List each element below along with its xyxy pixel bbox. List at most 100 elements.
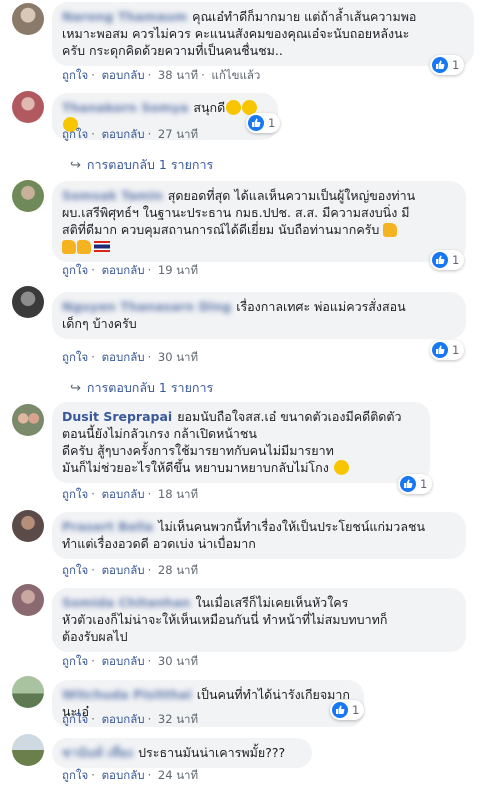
timestamp[interactable]: 30 นาที: [158, 654, 198, 668]
thumbs-up-emoji-icon: [77, 240, 91, 254]
timestamp[interactable]: 27 นาที: [158, 127, 198, 141]
comment-text-line: ครับ กระดุกคิดด้วยความที่เป็นคนชื่นชม..: [62, 43, 283, 58]
like-link[interactable]: ถูกใจ: [62, 68, 88, 82]
timestamp[interactable]: 24 นาที: [158, 768, 198, 782]
comment-bubble: Nguyen Thanasarn Ding เรื่องกาลเทศะ พ่อแม…: [52, 292, 466, 339]
thumbs-up-emoji-icon: [62, 240, 76, 254]
avatar[interactable]: [12, 180, 44, 212]
reaction-count[interactable]: 1: [330, 700, 365, 720]
reaction-count[interactable]: 1: [430, 340, 465, 360]
like-reaction-icon: [332, 702, 348, 718]
comment-bubble: Prasert Bella ไม่เห็นคนพวกนี้ทำเรื่องให้เ…: [52, 512, 466, 559]
comment-text-line: ดีครับ สู้ๆบางครั้งการใช้มารยาทกับคนไม่ม…: [62, 443, 334, 458]
reply-arrow-icon: ↪: [70, 158, 81, 173]
timestamp[interactable]: 30 นาที: [158, 350, 198, 364]
commenter-name[interactable]: Nguyen Thanasarn Ding: [62, 299, 231, 314]
comment-actions: ถูกใจ · ตอบกลับ · 27 นาที: [62, 127, 199, 141]
comment-text-line: ประธานมันน่าเคารพมั้ย???: [138, 745, 286, 760]
comment-text-line: เหมาะพอสม ควรไม่ควร คะแนนสังคมของคุณเอ๋จ…: [62, 26, 410, 41]
comment-text-line: ทำแต่เรื่องอวดดี อวดเบ่ง น่าเบื่อมาก: [62, 536, 256, 551]
avatar[interactable]: [12, 3, 44, 35]
reply-link[interactable]: ตอบกลับ: [102, 712, 145, 726]
like-reaction-icon: [432, 57, 448, 73]
reply-link[interactable]: ตอบกลับ: [102, 487, 145, 501]
reply-link[interactable]: ตอบกลับ: [102, 127, 145, 141]
commenter-name[interactable]: Witchuda Pisitthai: [62, 687, 192, 702]
like-link[interactable]: ถูกใจ: [62, 127, 88, 141]
timestamp[interactable]: 18 นาที: [158, 487, 198, 501]
timestamp[interactable]: 28 นาที: [158, 563, 198, 577]
like-link[interactable]: ถูกใจ: [62, 712, 88, 726]
avatar[interactable]: [12, 510, 44, 542]
comment-text-line: สุดยอดที่สุด ได้แลเห็นความเป็นผู้ใหญ่ของ…: [167, 188, 416, 203]
comment-actions: ถูกใจ · ตอบกลับ · 30 นาที: [62, 654, 199, 668]
timestamp[interactable]: 19 นาที: [158, 263, 198, 277]
comment-bubble: Dusit Sreprapai ยอมนับถือใจสส.เอ๋ ขนาดตัว…: [52, 402, 430, 483]
thai-flag-icon: [94, 241, 110, 252]
commenter-name[interactable]: Prasert Bella: [62, 519, 153, 534]
like-link[interactable]: ถูกใจ: [62, 487, 88, 501]
view-replies-link[interactable]: ↪ การตอบกลับ 1 รายการ: [70, 378, 213, 398]
reply-link[interactable]: ตอบกลับ: [102, 68, 145, 82]
commenter-name[interactable]: Thanakorn Somya: [62, 100, 188, 115]
like-link[interactable]: ถูกใจ: [62, 350, 88, 364]
reaction-count[interactable]: 1: [430, 55, 465, 75]
edited-label[interactable]: แก้ไขแล้ว: [211, 68, 260, 82]
thumbs-up-emoji-icon: [383, 223, 398, 237]
avatar[interactable]: [12, 734, 44, 766]
comment-bubble: Narong Thamaum คุณเอ๋ทำดีก็มากมาย แต่ถ้าล…: [52, 2, 474, 66]
commenter-name[interactable]: Narong Thamaum: [62, 9, 187, 24]
reply-link[interactable]: ตอบกลับ: [102, 768, 145, 782]
reply-link[interactable]: ตอบกลับ: [102, 350, 145, 364]
comment-bubble: Somida Chitanhan ในเมื่อเสรีก็ไม่เคยเห็นห…: [52, 588, 466, 652]
comment-text-line: เรื่องกาลเทศะ พ่อแม่ควรสั่งสอน: [236, 299, 406, 314]
like-link[interactable]: ถูกใจ: [62, 563, 88, 577]
timestamp[interactable]: 38 นาที: [158, 68, 198, 82]
commenter-name[interactable]: Dusit Sreprapai: [62, 409, 172, 424]
like-reaction-icon: [432, 252, 448, 268]
reaction-count[interactable]: 1: [430, 250, 465, 270]
smiling-emoji-icon: [333, 460, 349, 475]
comment-actions: ถูกใจ · ตอบกลับ · 32 นาที: [62, 712, 199, 726]
comment-text-line: ในเมื่อเสรีก็ไม่เคยเห็นหัวใคร: [195, 595, 349, 610]
comment-actions: ถูกใจ · ตอบกลับ · 30 นาที: [62, 350, 199, 364]
timestamp[interactable]: 32 นาที: [158, 712, 198, 726]
comment-text-line: สนุกดี: [193, 100, 226, 115]
reply-link[interactable]: ตอบกลับ: [102, 263, 145, 277]
laughing-emoji-icon: [226, 100, 242, 115]
like-link[interactable]: ถูกใจ: [62, 263, 88, 277]
avatar[interactable]: [12, 404, 44, 436]
reaction-count[interactable]: 1: [398, 474, 433, 494]
commenter-name[interactable]: Somida Chitanhan: [62, 595, 191, 610]
reaction-count[interactable]: 1: [246, 113, 281, 133]
avatar[interactable]: [12, 676, 44, 708]
reply-link[interactable]: ตอบกลับ: [102, 563, 145, 577]
comment-text-line: ผบ.เสรีพิศุทธ์ฯ ในฐานะประธาน กมธ.ปปช. ส.…: [62, 205, 410, 220]
comment-text-line: ต้องรับผลไป: [62, 629, 128, 644]
like-link[interactable]: ถูกใจ: [62, 768, 88, 782]
comment-text-line: มันก็ไม่ช่วยอะไรให้ดีขึ้น หยาบมาหยาบกลับ…: [62, 460, 329, 475]
comment-actions: ถูกใจ · ตอบกลับ · 28 นาที: [62, 563, 199, 577]
comment-text-line: คุณเอ๋ทำดีก็มากมาย แต่ถ้าล้ำเส้นความพอ: [192, 9, 417, 24]
like-link[interactable]: ถูกใจ: [62, 654, 88, 668]
reply-arrow-icon: ↪: [70, 381, 81, 396]
commenter-name[interactable]: Somsak Tamin: [62, 188, 163, 203]
like-reaction-icon: [248, 115, 264, 131]
comment-text-line: สติที่ดีมาก ควบคุมสถานการณ์ได้ดีเยี่ยม น…: [62, 222, 380, 237]
like-reaction-icon: [400, 476, 416, 492]
view-replies-link[interactable]: ↪ การตอบกลับ 1 รายการ: [70, 155, 213, 175]
comment-actions: ถูกใจ · ตอบกลับ · 24 นาที: [62, 768, 199, 782]
avatar[interactable]: [12, 91, 44, 123]
comment-text-line: เด็กๆ บ้างครับ: [62, 316, 137, 331]
reply-link[interactable]: ตอบกลับ: [102, 654, 145, 668]
comment-bubble: Somsak Tamin สุดยอดที่สุด ได้แลเห็นความเป…: [52, 181, 466, 262]
like-reaction-icon: [432, 342, 448, 358]
comment-actions: ถูกใจ · ตอบกลับ · 18 นาที: [62, 487, 199, 501]
avatar[interactable]: [12, 584, 44, 616]
commenter-name[interactable]: ชานันท์ เที่ยง: [62, 745, 133, 760]
comment-actions: ถูกใจ · ตอบกลับ · 19 นาที: [62, 263, 199, 277]
comment-text-line: หัวตัวเองก็ไม่น่าจะให้เห็นเหมือนกันนี่ ท…: [62, 612, 388, 627]
comment-text-line: ยอมนับถือใจสส.เอ๋ ขนาดตัวเองมีคดีติดตัว: [177, 409, 402, 424]
comment-bubble: ชานันท์ เที่ยง ประธานมันน่าเคารพมั้ย???: [52, 738, 312, 768]
avatar[interactable]: [12, 286, 44, 318]
